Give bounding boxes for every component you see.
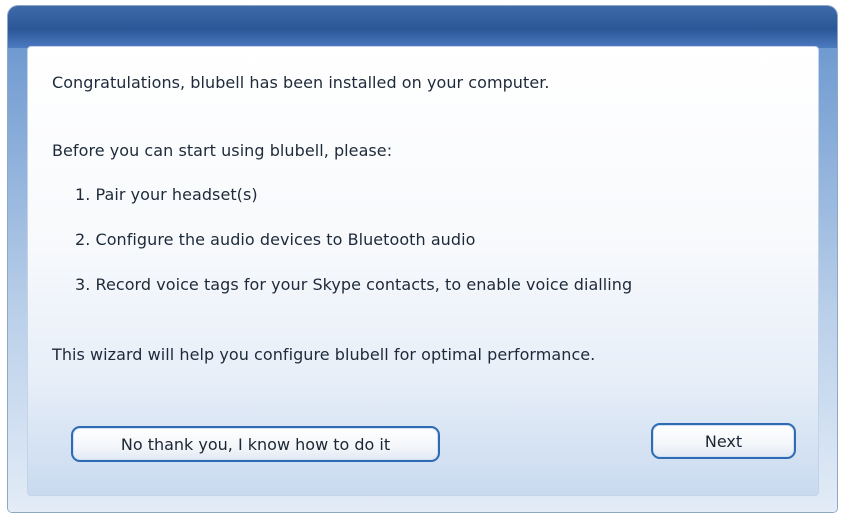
title-bar[interactable] bbox=[8, 6, 837, 48]
decline-button[interactable]: No thank you, I know how to do it bbox=[71, 426, 440, 462]
before-text: Before you can start using blubell, plea… bbox=[52, 141, 393, 160]
next-button[interactable]: Next bbox=[651, 423, 796, 459]
step-2-text: 2. Configure the audio devices to Blueto… bbox=[75, 230, 476, 249]
next-button-label: Next bbox=[704, 431, 743, 451]
step-3-text: 3. Record voice tags for your Skype cont… bbox=[75, 275, 633, 294]
wizard-info-text: This wizard will help you configure blub… bbox=[52, 345, 596, 364]
decline-button-label: No thank you, I know how to do it bbox=[120, 434, 391, 454]
step-1-text: 1. Pair your headset(s) bbox=[75, 185, 258, 204]
intro-text: Congratulations, blubell has been instal… bbox=[52, 73, 550, 92]
